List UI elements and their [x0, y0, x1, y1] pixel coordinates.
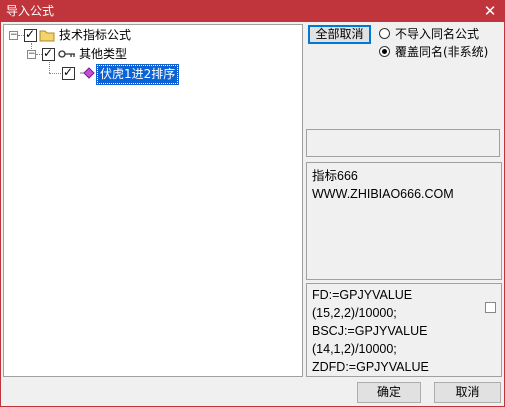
- title-bar: 导入公式 ✕: [0, 0, 505, 22]
- wrap-checkbox[interactable]: [485, 302, 496, 313]
- overwrite-same-name-option[interactable]: 覆盖同名(非系统): [379, 44, 499, 60]
- formula-code-text: FD:=GPJYVALUE (15,2,2)/10000; BSCJ:=GPJY…: [312, 288, 429, 374]
- folder-icon: [39, 30, 55, 42]
- formula-info-panel: 指标666 WWW.ZHIBIAO666.COM: [306, 162, 502, 280]
- close-icon[interactable]: ✕: [481, 1, 499, 21]
- deselect-all-button[interactable]: 全部取消: [308, 25, 371, 44]
- tree-node-other-types[interactable]: − ✓ 其他类型: [4, 46, 294, 63]
- tree-node-label: 技术指标公式: [59, 28, 132, 42]
- radio-button[interactable]: [379, 28, 390, 39]
- formula-info-text: 指标666 WWW.ZHIBIAO666.COM: [312, 169, 454, 201]
- formula-code-panel[interactable]: FD:=GPJYVALUE (15,2,2)/10000; BSCJ:=GPJY…: [306, 283, 502, 377]
- radio-label: 覆盖同名(非系统): [395, 45, 489, 59]
- ok-button[interactable]: 确定: [357, 382, 421, 403]
- tree-node-label-selected[interactable]: 伏虎1进2排序: [95, 64, 180, 85]
- radio-label: 不导入同名公式: [395, 27, 480, 41]
- formula-icon: [80, 67, 95, 79]
- tree-node-formula[interactable]: ✓ 伏虎1进2排序: [4, 64, 294, 85]
- formula-checkbox[interactable]: ✓: [62, 65, 75, 80]
- status-box: [306, 129, 500, 157]
- other-types-checkbox[interactable]: ✓: [42, 46, 55, 61]
- cancel-button[interactable]: 取消: [434, 382, 501, 403]
- collapse-icon[interactable]: −: [9, 31, 18, 40]
- no-import-same-name-option[interactable]: 不导入同名公式: [379, 26, 499, 42]
- key-icon: [58, 50, 75, 58]
- tree-node-label: 其他类型: [79, 47, 128, 61]
- radio-button[interactable]: [379, 46, 390, 57]
- tree-node-technical-formulas[interactable]: − ✓ 技术指标公式: [4, 27, 294, 44]
- formula-tree[interactable]: − ✓ 技术指标公式 − ✓ 其他类型 ✓ 伏虎1进2排序: [3, 24, 303, 377]
- technical-formulas-checkbox[interactable]: ✓: [24, 27, 37, 42]
- collapse-icon[interactable]: −: [27, 50, 36, 59]
- window-title: 导入公式: [6, 4, 55, 18]
